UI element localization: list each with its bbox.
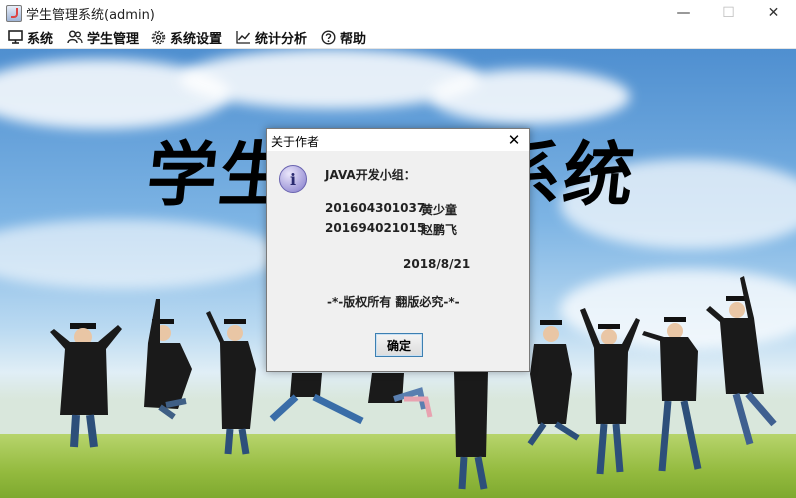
graduate-figure (50, 323, 122, 448)
dialog-date: 2018/8/21 (403, 257, 471, 271)
dialog-title: 关于作者 (271, 135, 320, 149)
menu-bar: 系统 学生管理 系统设置 统计分析 帮助 (0, 26, 796, 49)
member-name: 黄少童 (421, 203, 458, 217)
users-icon (67, 30, 83, 44)
menu-help-label: 帮助 (340, 31, 367, 47)
member-id: 201694021015 (325, 221, 426, 235)
close-window-button[interactable]: ✕ (751, 0, 796, 26)
dialog-heading: JAVA开发小组： (325, 168, 416, 182)
menu-statistics-label: 统计分析 (255, 31, 308, 47)
graduate-figure (454, 371, 488, 490)
minimize-button[interactable]: — (661, 0, 706, 26)
dialog-title-bar: 关于作者 ✕ (267, 129, 529, 151)
help-icon (321, 29, 336, 45)
cloud (430, 69, 630, 124)
graduate-figure (206, 311, 256, 455)
copyright-text: -*-版权所有 翻版必究-*- (327, 295, 460, 309)
graduate-figure (706, 276, 777, 445)
cloud (0, 219, 280, 289)
menu-system-settings-label: 系统设置 (170, 31, 223, 47)
about-dialog: 关于作者 ✕ i JAVA开发小组： 201604301037 黄少童 2016… (266, 128, 530, 372)
menu-system-label: 系统 (27, 31, 54, 47)
menu-student-management-label: 学生管理 (87, 31, 140, 47)
info-icon: i (279, 165, 307, 193)
window-title: 学生管理系统(admin) (26, 8, 155, 23)
menu-student-management[interactable]: 学生管理 (67, 28, 140, 47)
graduate-figure (144, 299, 192, 420)
chart-icon (236, 31, 251, 44)
menu-statistics[interactable]: 统计分析 (236, 28, 308, 47)
monitor-icon (8, 30, 23, 44)
java-app-icon (6, 5, 22, 22)
menu-system-settings[interactable]: 系统设置 (151, 28, 223, 47)
dialog-close-button[interactable]: ✕ (505, 131, 523, 149)
ok-button[interactable]: 确定 (375, 333, 423, 357)
maximize-button[interactable]: ☐ (706, 0, 751, 26)
member-name: 赵鹏飞 (421, 223, 458, 237)
graduate-figure (642, 317, 702, 472)
menu-system[interactable]: 系统 (8, 28, 54, 47)
title-bar: 学生管理系统(admin) — ☐ ✕ (0, 0, 796, 26)
member-id: 201604301037 (325, 201, 426, 215)
menu-help[interactable]: 帮助 (321, 28, 367, 47)
gear-icon (151, 30, 166, 44)
graduate-figure (368, 373, 433, 418)
